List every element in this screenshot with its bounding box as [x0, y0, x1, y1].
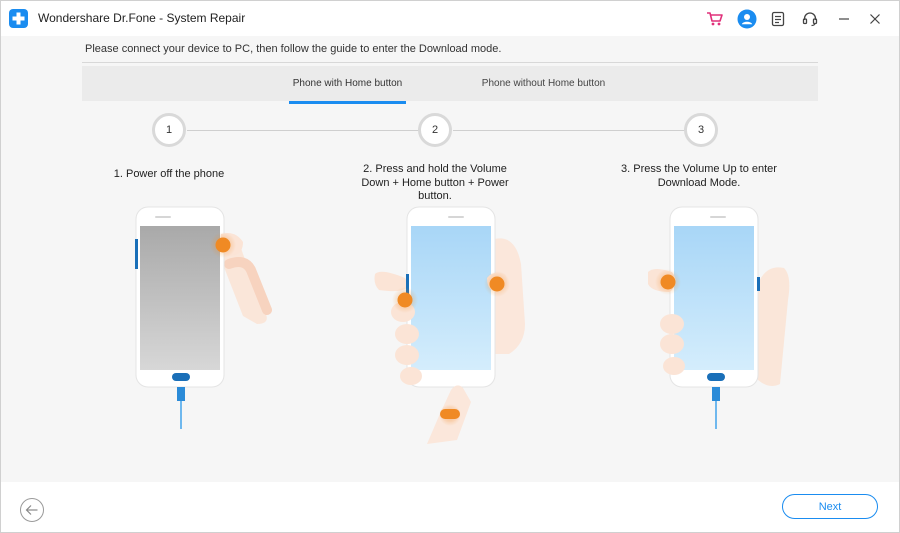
active-tab-indicator — [289, 101, 406, 104]
footer: Next — [0, 482, 900, 533]
step-connector — [187, 130, 419, 131]
support-icon[interactable] — [800, 9, 820, 29]
step-connector — [453, 130, 685, 131]
step-2-description: 2. Press and hold the Volume Down + Home… — [345, 163, 525, 204]
account-icon[interactable] — [737, 9, 757, 29]
step-text-line: 2. Press and hold the Volume — [363, 163, 507, 175]
tab-bar: Phone with Home button Phone without Hom… — [82, 66, 818, 104]
window-title: Wondershare Dr.Fone - System Repair — [38, 11, 246, 25]
step-2-indicator: 2 — [418, 113, 452, 147]
divider — [82, 62, 818, 63]
step-text-line: Down + Home button + Power — [361, 176, 509, 189]
tab-label: Phone with Home button — [292, 78, 403, 89]
step-text-line: 3. Press the Volume Up to enter — [621, 163, 777, 175]
main-content: Please connect your device to PC, then f… — [0, 36, 900, 482]
close-icon[interactable] — [865, 9, 885, 29]
step-3-indicator: 3 — [684, 113, 718, 147]
step-number: 2 — [431, 124, 439, 136]
step-3-description: 3. Press the Volume Up to enter Download… — [606, 163, 792, 190]
step-1-indicator: 1 — [152, 113, 186, 147]
press-volume-home-power-illustration — [374, 206, 525, 444]
arrow-left-icon — [25, 505, 38, 515]
step-number: 3 — [697, 124, 705, 136]
step-1-description: 1. Power off the phone — [84, 168, 254, 182]
step-text-line: Download Mode. — [657, 176, 741, 189]
step-text-line: 1. Power off the phone — [113, 168, 225, 180]
title-bar: Wondershare Dr.Fone - System Repair — [0, 0, 900, 36]
step-text-line: button. — [418, 190, 452, 202]
minimize-icon[interactable] — [834, 9, 854, 29]
feedback-icon[interactable] — [768, 9, 788, 29]
app-logo-icon — [9, 9, 28, 28]
step-number: 1 — [165, 124, 173, 136]
tab-phone-with-home-button[interactable]: Phone with Home button — [289, 66, 406, 104]
tab-label: Phone without Home button — [481, 78, 606, 89]
power-off-phone-illustration — [135, 206, 272, 429]
back-button[interactable] — [20, 498, 44, 522]
tab-phone-without-home-button[interactable]: Phone without Home button — [475, 66, 612, 101]
instruction-text: Please connect your device to PC, then f… — [85, 43, 502, 55]
cart-icon[interactable] — [705, 9, 725, 29]
press-volume-up-illustration — [648, 206, 790, 429]
next-button[interactable]: Next — [782, 494, 878, 519]
